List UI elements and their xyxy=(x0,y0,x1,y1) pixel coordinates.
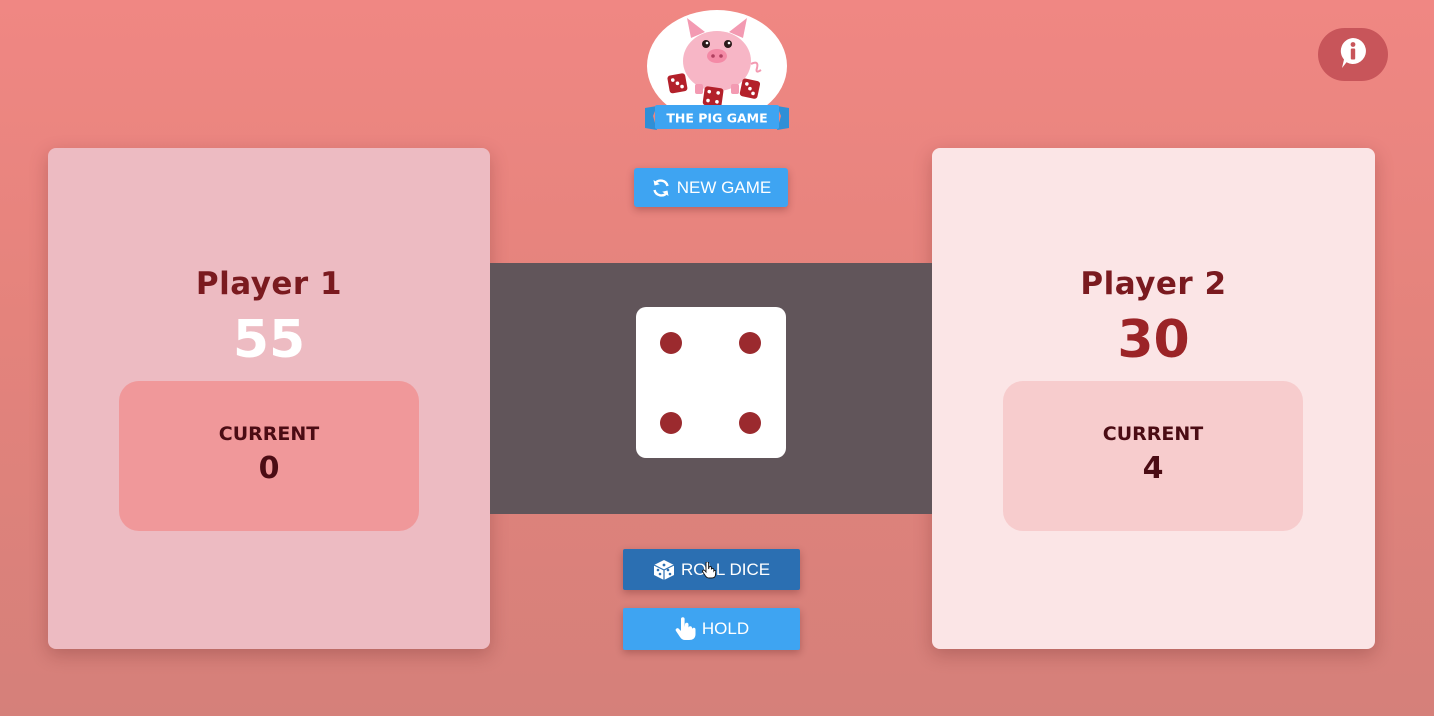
dice-pip xyxy=(660,412,682,434)
hand-cursor-icon xyxy=(702,561,717,583)
dice-face xyxy=(636,307,786,458)
player-2-current-label: CURRENT xyxy=(1102,423,1204,445)
info-icon xyxy=(1338,36,1368,74)
player-1-current-label: CURRENT xyxy=(218,423,320,445)
player-2-current-box: CURRENT 4 xyxy=(1003,381,1303,531)
dice-icon xyxy=(653,559,675,581)
refresh-icon xyxy=(651,178,671,198)
pig-game-logo: THE PIG GAME xyxy=(643,6,791,134)
new-game-label: NEW GAME xyxy=(676,177,772,197)
player-1-current-value: 0 xyxy=(258,451,280,486)
hold-label: HOLD xyxy=(701,619,750,638)
player-2-name: Player 2 xyxy=(1080,266,1227,302)
player-1-name: Player 1 xyxy=(195,266,343,302)
roll-dice-label: ROLL DICE xyxy=(680,559,771,579)
player-1-panel: Player 1 55 CURRENT 0 xyxy=(48,148,490,649)
player-1-current-box: CURRENT 0 xyxy=(119,381,419,531)
player-2-panel: Player 2 30 CURRENT 4 xyxy=(932,148,1375,649)
hold-button[interactable]: HOLD xyxy=(623,608,800,650)
player-2-score: 30 xyxy=(1117,310,1190,370)
player-2-current-value: 4 xyxy=(1142,451,1164,486)
dice-pip xyxy=(660,332,682,354)
hand-pointer-icon xyxy=(674,617,696,641)
new-game-button[interactable]: NEW GAME xyxy=(634,168,788,207)
info-button[interactable] xyxy=(1318,28,1388,81)
logo-text: THE PIG GAME xyxy=(666,111,767,126)
dice-pip xyxy=(739,332,761,354)
player-1-score: 55 xyxy=(232,310,306,370)
dice-pip xyxy=(739,412,761,434)
